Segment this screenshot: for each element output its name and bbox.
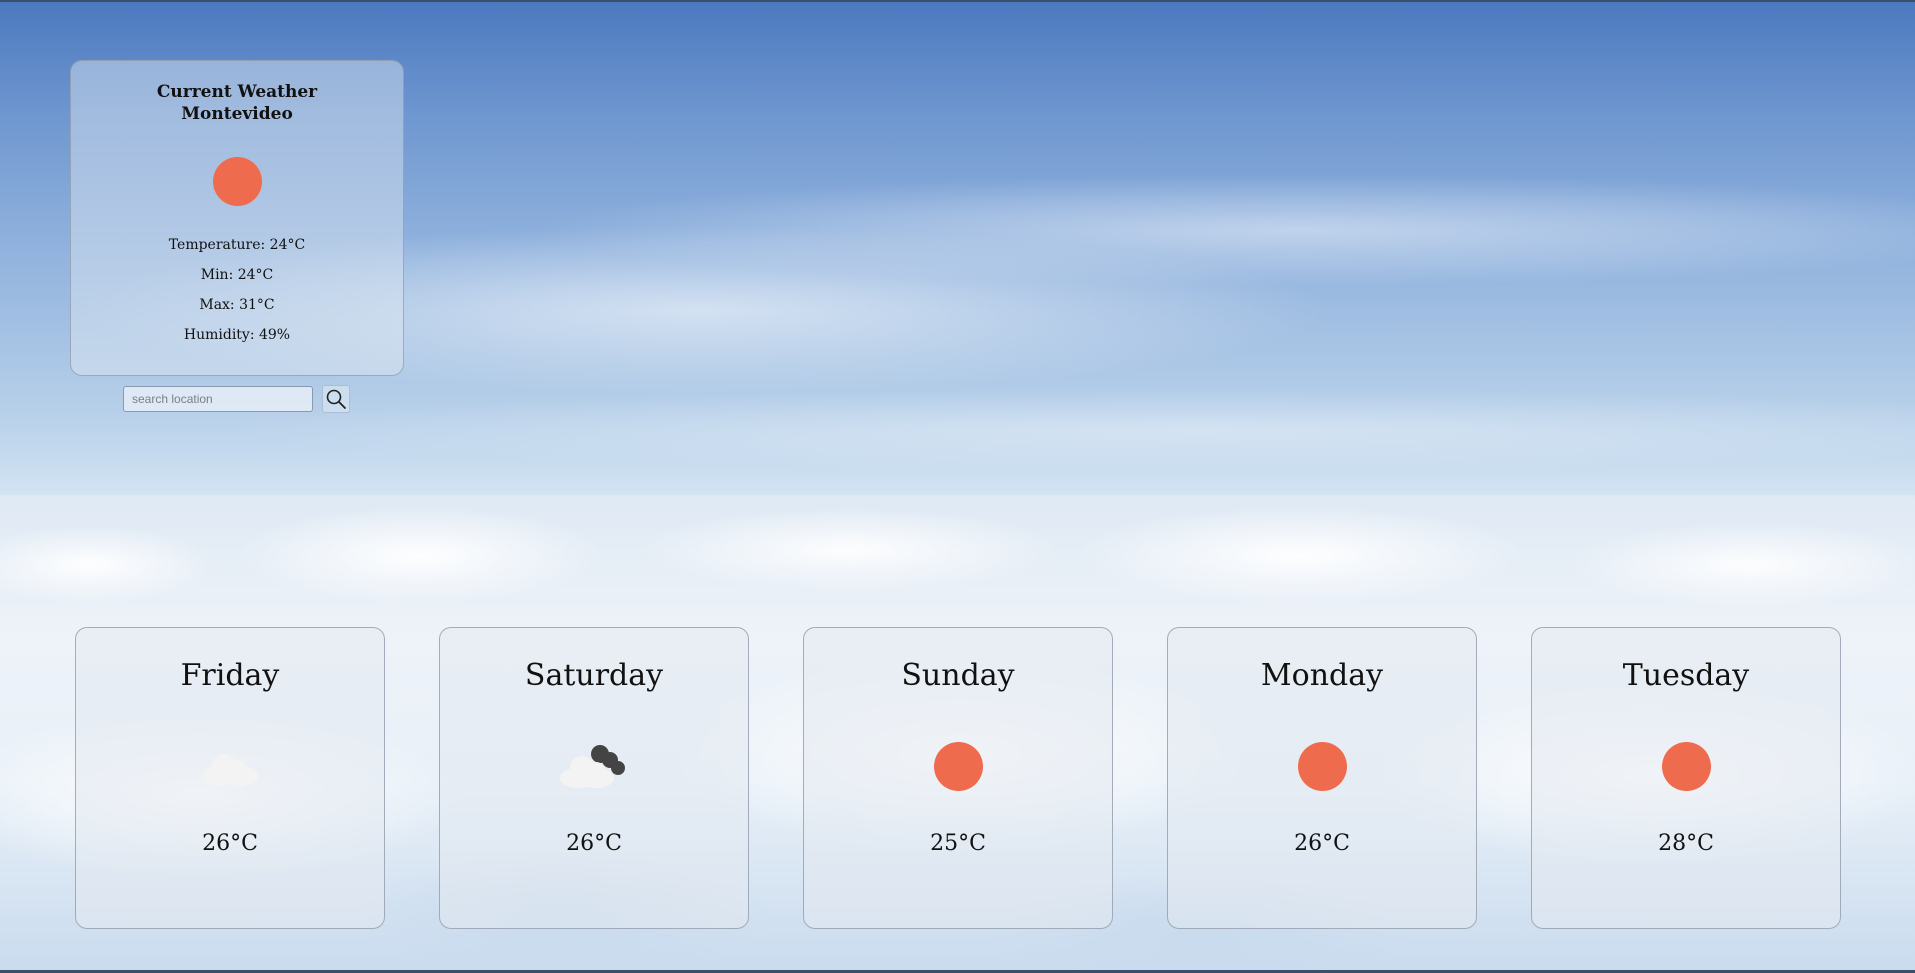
- forecast-card-monday: Monday 26°C: [1167, 627, 1477, 929]
- forecast-day: Saturday: [524, 658, 664, 693]
- forecast-temperature: 26°C: [1294, 831, 1350, 856]
- search-bar: [123, 385, 350, 413]
- current-humidity: Humidity: 49%: [183, 327, 291, 343]
- forecast-card-sunday: Sunday 25°C: [803, 627, 1113, 929]
- forecast-day: Sunday: [901, 658, 1015, 693]
- current-max-temperature: Max: 31°C: [199, 297, 275, 313]
- forecast-temperature: 25°C: [930, 831, 986, 856]
- current-city-name: Montevideo: [181, 104, 293, 124]
- search-button[interactable]: [322, 385, 350, 413]
- current-weather-heading: Current Weather: [156, 82, 318, 102]
- forecast-row: Friday 26°C Saturday 26°C Sunday 25°C Mo…: [0, 627, 1915, 929]
- sun-icon: [933, 741, 983, 791]
- search-icon: [326, 389, 346, 409]
- forecast-card-friday: Friday 26°C: [75, 627, 385, 929]
- sun-icon: [1297, 741, 1347, 791]
- forecast-day: Friday: [180, 658, 280, 693]
- forecast-temperature: 26°C: [202, 831, 258, 856]
- search-location-input[interactable]: [123, 386, 313, 412]
- forecast-card-saturday: Saturday 26°C: [439, 627, 749, 929]
- forecast-card-tuesday: Tuesday 28°C: [1531, 627, 1841, 929]
- current-temperature: Temperature: 24°C: [168, 237, 306, 253]
- sun-icon: [212, 157, 262, 206]
- forecast-temperature: 28°C: [1658, 831, 1714, 856]
- current-weather-title: Current Weather Montevideo: [71, 81, 403, 125]
- top-border: [0, 0, 1915, 2]
- cloud-icon: [202, 754, 258, 786]
- current-min-temperature: Min: 24°C: [200, 267, 274, 283]
- forecast-day: Monday: [1260, 658, 1384, 693]
- sun-icon: [1661, 741, 1711, 791]
- current-weather-card: Current Weather Montevideo Temperature: …: [70, 60, 404, 376]
- forecast-day: Tuesday: [1622, 658, 1750, 693]
- cloud-with-dark-clouds-icon: [560, 745, 625, 788]
- forecast-temperature: 26°C: [566, 831, 622, 856]
